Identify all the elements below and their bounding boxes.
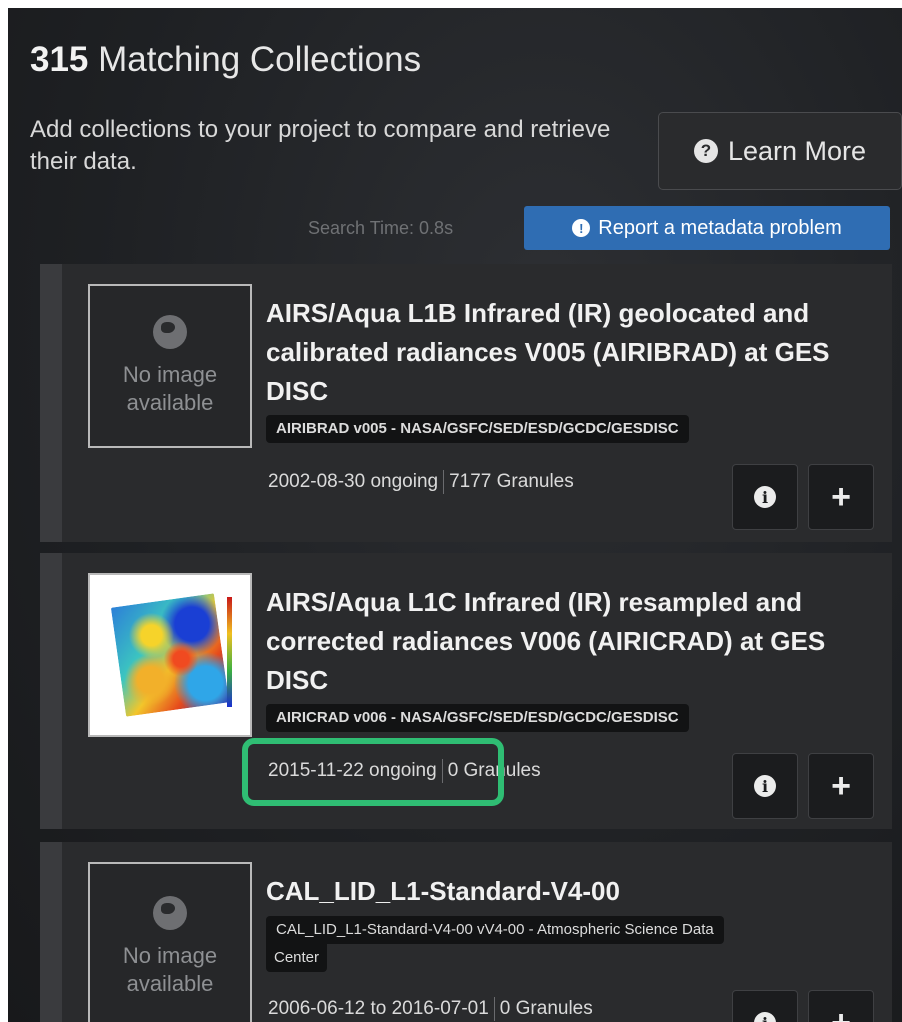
info-icon: i	[754, 486, 776, 508]
results-count: 315	[30, 40, 89, 79]
collection-title-text: AIRS/Aqua L1B Infrared (IR) geolocated a…	[266, 298, 830, 406]
exclamation-circle-icon: !	[572, 219, 591, 237]
plus-icon: +	[831, 1006, 851, 1022]
no-image-text: No image available	[122, 943, 218, 996]
collection-tag: AIRICRAD v006 - NASA/GSFC/SED/ESD/GCDC/G…	[266, 704, 689, 732]
results-label: Matching Collections	[98, 40, 422, 79]
question-circle-icon: ?	[693, 139, 718, 163]
no-image-text: No image available	[122, 362, 218, 415]
meta-divider	[493, 997, 495, 1021]
temporal-range: 2006-06-12 to 2016-07-01	[268, 998, 489, 1020]
search-time: Search Time: 0.8s	[308, 218, 454, 238]
plus-icon: +	[831, 478, 851, 516]
granule-count: 0 Granules	[499, 998, 593, 1020]
collection-thumbnail: No image available	[88, 862, 252, 1022]
collection-title[interactable]: AIRS/Aqua L1B Infrared (IR) geolocated a…	[266, 294, 888, 443]
globe-icon	[153, 315, 187, 349]
report-button-label: Report a metadata problem	[598, 216, 842, 239]
collection-tag-wrap: CAL_LID_L1-Standard-V4-00 vV4-00 - Atmos…	[266, 916, 876, 972]
collection-title[interactable]: AIRS/Aqua L1C Infrared (IR) resampled an…	[266, 583, 888, 732]
globe-icon	[153, 896, 187, 930]
temporal-range: 2002-08-30 ongoing	[268, 471, 439, 493]
collection-meta: 2006-06-12 to 2016-07-01 0 Granules	[268, 997, 593, 1021]
collection-tag-line-1: CAL_LID_L1-Standard-V4-00 vV4-00 - Atmos…	[266, 916, 724, 944]
collection-tag-line-2: Center	[266, 944, 328, 972]
collection-info-button[interactable]: i	[732, 990, 798, 1022]
info-icon: i	[754, 1012, 776, 1022]
collection-title-text: CAL_LID_L1-Standard-V4-00	[266, 876, 620, 906]
collection-tag: AIRIBRAD v005 - NASA/GSFC/SED/ESD/GCDC/G…	[266, 415, 689, 443]
add-to-project-button[interactable]: +	[808, 753, 874, 819]
collection-meta: 2002-08-30 ongoing 7177 Granules	[268, 470, 574, 494]
collection-title-text: AIRS/Aqua L1C Infrared (IR) resampled an…	[266, 587, 826, 695]
add-to-project-button[interactable]: +	[808, 990, 874, 1022]
add-to-project-button[interactable]: +	[808, 464, 874, 530]
learn-more-button[interactable]: ? Learn More	[658, 112, 902, 190]
granule-count: 7177 Granules	[449, 471, 574, 493]
report-metadata-problem-button[interactable]: ! Report a metadata problem	[524, 206, 890, 250]
collection-title[interactable]: CAL_LID_L1-Standard-V4-00	[266, 872, 888, 911]
results-header: 315 Matching Collections	[30, 40, 421, 80]
collection-thumbnail: No image available	[88, 284, 252, 448]
data-preview-image	[110, 593, 230, 717]
plus-icon: +	[831, 767, 851, 805]
learn-more-label: Learn More	[727, 135, 867, 166]
collection-info-button[interactable]: i	[732, 464, 798, 530]
collection-thumbnail	[88, 573, 252, 737]
search-results-panel: 315 Matching Collections Add collections…	[8, 8, 902, 1022]
collection-card[interactable]: No image available CAL_LID_L1-Standard-V…	[40, 842, 892, 1022]
meta-divider	[443, 470, 445, 494]
info-icon: i	[754, 775, 776, 797]
intro-text: Add collections to your project to compa…	[30, 116, 611, 175]
collection-card[interactable]: No image available AIRS/Aqua L1B Infrare…	[40, 264, 892, 542]
collection-info-button[interactable]: i	[732, 753, 798, 819]
colorbar	[227, 597, 232, 707]
highlight-annotation-box	[242, 738, 504, 806]
